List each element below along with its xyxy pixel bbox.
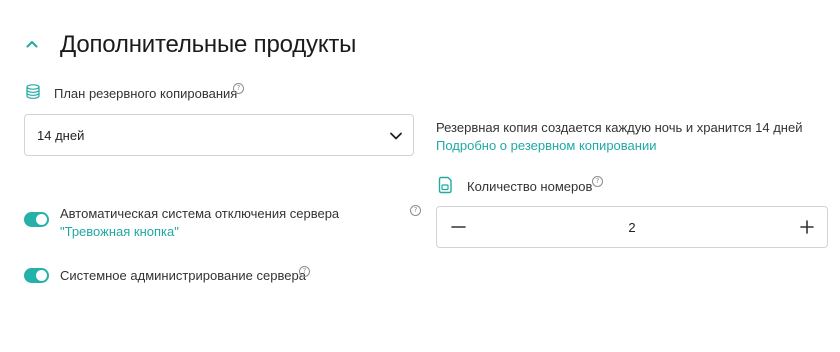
help-icon[interactable]: ?	[410, 205, 421, 216]
sim-card-icon	[438, 176, 452, 194]
backup-details-link[interactable]: Подробно о резервном копировании	[436, 138, 656, 153]
server-admin-label: Системное администрирование сервера	[60, 268, 306, 283]
toggle-knob	[36, 214, 47, 225]
backup-plan-label: План резервного копирования	[54, 86, 238, 101]
numbers-stepper: 2	[436, 206, 828, 248]
numbers-count-label: Количество номеров	[467, 179, 593, 194]
help-icon[interactable]: ?	[592, 176, 603, 187]
chevron-down-icon	[390, 132, 402, 140]
numbers-count-value[interactable]: 2	[497, 219, 767, 237]
backup-plan-selected: 14 дней	[37, 128, 85, 143]
server-admin-toggle[interactable]	[24, 268, 49, 283]
section-title: Дополнительные продукты	[60, 31, 357, 58]
chevron-up-icon[interactable]	[24, 36, 40, 52]
plus-icon[interactable]	[797, 217, 817, 237]
help-icon[interactable]: ?	[233, 83, 244, 94]
minus-icon[interactable]	[449, 217, 469, 237]
backup-note: Резервная копия создается каждую ночь и …	[436, 119, 802, 155]
panic-button-label: Автоматическая система отключения сервер…	[60, 205, 395, 241]
toggle-knob	[36, 270, 47, 281]
panic-button-toggle[interactable]	[24, 212, 49, 227]
backup-plan-select[interactable]: 14 дней	[24, 114, 414, 156]
panic-button-link[interactable]: "Тревожная кнопка"	[60, 224, 179, 239]
database-icon	[26, 84, 40, 99]
help-icon[interactable]: ?	[299, 266, 310, 277]
panic-button-text: Автоматическая система отключения сервер…	[60, 206, 340, 221]
backup-note-text: Резервная копия создается каждую ночь и …	[436, 120, 803, 135]
